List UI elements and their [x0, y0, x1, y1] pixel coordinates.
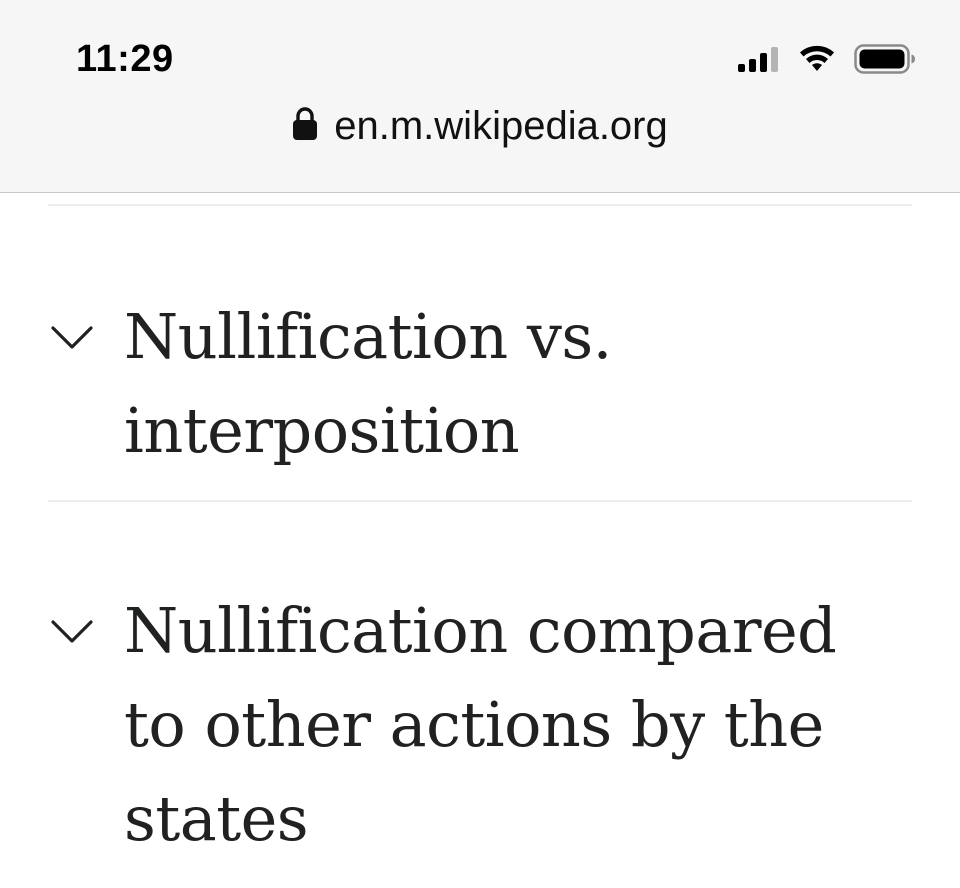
status-time: 11:29: [76, 38, 174, 80]
cellular-signal-icon: [738, 45, 780, 78]
lock-icon: [292, 107, 318, 146]
status-icons: [738, 44, 916, 79]
wifi-icon: [798, 44, 836, 79]
browser-top-bar: 11:29 en.m.wikipedia.org: [0, 0, 960, 193]
section-heading[interactable]: Nullification vs. interposition: [124, 290, 894, 478]
divider: [48, 204, 912, 206]
chevron-down-icon[interactable]: [48, 312, 96, 360]
address-bar[interactable]: en.m.wikipedia.org: [0, 104, 960, 149]
section-heading[interactable]: Nullification compared to other actions …: [124, 584, 894, 866]
chevron-down-icon[interactable]: [48, 606, 96, 654]
divider: [48, 500, 912, 502]
url-text[interactable]: en.m.wikipedia.org: [334, 104, 668, 149]
battery-icon: [854, 44, 916, 79]
